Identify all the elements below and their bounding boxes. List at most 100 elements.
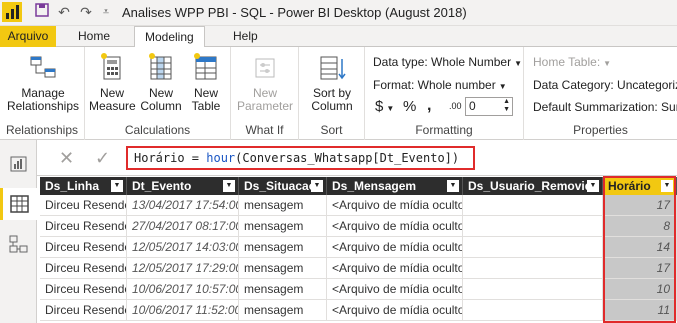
tab-modeling[interactable]: Modeling bbox=[134, 26, 205, 48]
filter-dropdown-icon[interactable]: ▼ bbox=[311, 180, 323, 192]
powerbi-logo-icon bbox=[2, 2, 22, 22]
thousands-separator-button[interactable]: , bbox=[427, 97, 431, 115]
cell-ds-usuario-removido[interactable] bbox=[463, 300, 603, 321]
new-table-icon bbox=[191, 51, 221, 83]
column-header-label: Dt_Evento bbox=[132, 179, 192, 193]
cell-dt-evento[interactable]: 13/04/2017 17:54:00 bbox=[127, 195, 239, 216]
manage-relationships-button[interactable]: Manage Relationships bbox=[4, 51, 82, 113]
customize-toolbar-icon[interactable]: ⩡ bbox=[96, 3, 116, 21]
format-dropdown[interactable]: Format: Whole number ▼ bbox=[373, 78, 507, 92]
decimal-places-input[interactable]: 0 ▲ ▼ bbox=[465, 97, 513, 116]
filter-dropdown-icon[interactable]: ▼ bbox=[587, 180, 599, 192]
cell-horario[interactable]: 14 bbox=[603, 237, 677, 258]
new-column-button[interactable]: New Column bbox=[139, 51, 183, 113]
whatif-group: New Parameter What If bbox=[231, 47, 299, 140]
cell-ds-linha[interactable]: Dirceu Resende bbox=[40, 237, 127, 258]
formula-bar: ✕ ✓ Horário = hour(Conversas_Whatsapp[Dt… bbox=[37, 140, 677, 176]
cell-ds-mensagem[interactable]: <Arquivo de mídia oculto> bbox=[327, 195, 463, 216]
tab-help[interactable]: Help bbox=[223, 26, 268, 47]
percent-button[interactable]: % bbox=[403, 98, 416, 115]
cell-ds-mensagem[interactable]: <Arquivo de mídia oculto> bbox=[327, 279, 463, 300]
filter-dropdown-icon[interactable]: ▼ bbox=[447, 180, 459, 192]
chevron-down-icon: ▼ bbox=[514, 59, 522, 68]
column-header-dt-evento[interactable]: Dt_Evento ▼ bbox=[127, 177, 239, 195]
properties-group: Home Table: ▼ Data Category: Uncategorize… bbox=[524, 47, 677, 140]
filter-dropdown-icon[interactable]: ▼ bbox=[661, 180, 673, 192]
cell-ds-situacao[interactable]: mensagem bbox=[239, 300, 327, 321]
cell-ds-mensagem[interactable]: <Arquivo de mídia oculto> bbox=[327, 258, 463, 279]
cell-ds-mensagem[interactable]: <Arquivo de mídia oculto> bbox=[327, 237, 463, 258]
sort-by-column-button[interactable]: Sort by Column bbox=[302, 51, 362, 113]
cell-horario[interactable]: 17 bbox=[603, 195, 677, 216]
cell-ds-linha[interactable]: Dirceu Resende bbox=[40, 300, 127, 321]
formatting-group: Data type: Whole Number ▼ Format: Whole n… bbox=[365, 47, 524, 140]
whatif-group-label: What If bbox=[245, 123, 284, 137]
redo-icon[interactable]: ↷ bbox=[76, 3, 96, 21]
cell-ds-situacao[interactable]: mensagem bbox=[239, 237, 327, 258]
cell-ds-linha[interactable]: Dirceu Resende bbox=[40, 258, 127, 279]
cell-dt-evento[interactable]: 10/06/2017 10:57:00 bbox=[127, 279, 239, 300]
relationships-group-label: Relationships bbox=[5, 123, 79, 137]
column-header-ds-mensagem[interactable]: Ds_Mensagem ▼ bbox=[327, 177, 463, 195]
parameter-icon bbox=[250, 51, 280, 83]
cell-ds-situacao[interactable]: mensagem bbox=[239, 195, 327, 216]
window-title: Analises WPP PBI - SQL - Power BI Deskto… bbox=[122, 5, 467, 20]
cell-ds-situacao[interactable]: mensagem bbox=[239, 258, 327, 279]
new-measure-button[interactable]: New Measure bbox=[89, 51, 136, 113]
cell-ds-usuario-removido[interactable] bbox=[463, 258, 603, 279]
spinner-icon[interactable]: ▲ ▼ bbox=[503, 98, 510, 114]
save-icon[interactable] bbox=[32, 3, 52, 21]
cell-horario[interactable]: 17 bbox=[603, 258, 677, 279]
column-header-ds-linha[interactable]: Ds_Linha ▼ bbox=[40, 177, 127, 195]
bar-chart-icon bbox=[10, 156, 27, 172]
column-header-ds-situacao[interactable]: Ds_Situacao ▼ bbox=[239, 177, 327, 195]
cell-ds-linha[interactable]: Dirceu Resende bbox=[40, 279, 127, 300]
cell-ds-usuario-removido[interactable] bbox=[463, 279, 603, 300]
cell-ds-usuario-removido[interactable] bbox=[463, 195, 603, 216]
cell-ds-situacao[interactable]: mensagem bbox=[239, 279, 327, 300]
formula-input[interactable]: Horário = hour(Conversas_Whatsapp[Dt_Eve… bbox=[126, 146, 475, 170]
cell-dt-evento[interactable]: 12/05/2017 17:29:00 bbox=[127, 258, 239, 279]
cancel-formula-icon[interactable]: ✕ bbox=[59, 148, 74, 169]
undo-icon[interactable]: ↶ bbox=[54, 3, 74, 21]
sort-group-label: Sort bbox=[320, 123, 343, 137]
home-table-label: Home Table: bbox=[533, 55, 601, 69]
report-view-button[interactable] bbox=[0, 148, 37, 180]
cell-horario[interactable]: 10 bbox=[603, 279, 677, 300]
model-view-button[interactable] bbox=[0, 228, 37, 260]
cell-horario[interactable]: 8 bbox=[603, 216, 677, 237]
home-table-dropdown[interactable]: Home Table: ▼ bbox=[533, 55, 611, 69]
new-table-label: New Table bbox=[191, 86, 221, 113]
calculator-icon bbox=[97, 51, 127, 83]
cell-ds-usuario-removido[interactable] bbox=[463, 237, 603, 258]
filter-dropdown-icon[interactable]: ▼ bbox=[111, 180, 123, 192]
column-header-ds-usuario-removido[interactable]: Ds_Usuario_Removido ▼ bbox=[463, 177, 603, 195]
cell-dt-evento[interactable]: 12/05/2017 14:03:00 bbox=[127, 237, 239, 258]
data-category-dropdown[interactable]: Data Category: Uncategorize bbox=[533, 78, 677, 92]
cell-ds-mensagem[interactable]: <Arquivo de mídia oculto> bbox=[327, 300, 463, 321]
default-summarization-dropdown[interactable]: Default Summarization: Sum bbox=[533, 100, 677, 114]
data-view-button[interactable] bbox=[0, 188, 37, 220]
currency-button[interactable]: $ ▼ bbox=[375, 98, 394, 115]
cell-horario[interactable]: 11 bbox=[603, 300, 677, 321]
cell-dt-evento[interactable]: 10/06/2017 11:52:00 bbox=[127, 300, 239, 321]
new-table-button[interactable]: New Table bbox=[185, 51, 227, 113]
cell-ds-situacao[interactable]: mensagem bbox=[239, 216, 327, 237]
title-bar: ↶ ↷ ⩡ Analises WPP PBI - SQL - Power BI … bbox=[0, 0, 677, 26]
formula-lhs: Horário = bbox=[134, 151, 207, 165]
data-type-dropdown[interactable]: Data type: Whole Number ▼ bbox=[373, 55, 522, 69]
cell-ds-usuario-removido[interactable] bbox=[463, 216, 603, 237]
filter-dropdown-icon[interactable]: ▼ bbox=[223, 180, 235, 192]
column-header-horario[interactable]: Horário ▼ bbox=[603, 177, 677, 195]
new-column-label: New Column bbox=[140, 86, 182, 113]
tab-home[interactable]: Home bbox=[68, 26, 120, 47]
cell-ds-linha[interactable]: Dirceu Resende bbox=[40, 216, 127, 237]
tab-arquivo[interactable]: Arquivo bbox=[0, 26, 56, 47]
cell-dt-evento[interactable]: 27/04/2017 08:17:00 bbox=[127, 216, 239, 237]
cell-ds-mensagem[interactable]: <Arquivo de mídia oculto> bbox=[327, 216, 463, 237]
commit-formula-icon[interactable]: ✓ bbox=[95, 148, 110, 169]
column-header-label: Ds_Usuario_Removido bbox=[468, 179, 600, 193]
cell-ds-linha[interactable]: Dirceu Resende bbox=[40, 195, 127, 216]
relationships-icon bbox=[28, 51, 58, 83]
new-parameter-button[interactable]: New Parameter bbox=[235, 51, 295, 113]
